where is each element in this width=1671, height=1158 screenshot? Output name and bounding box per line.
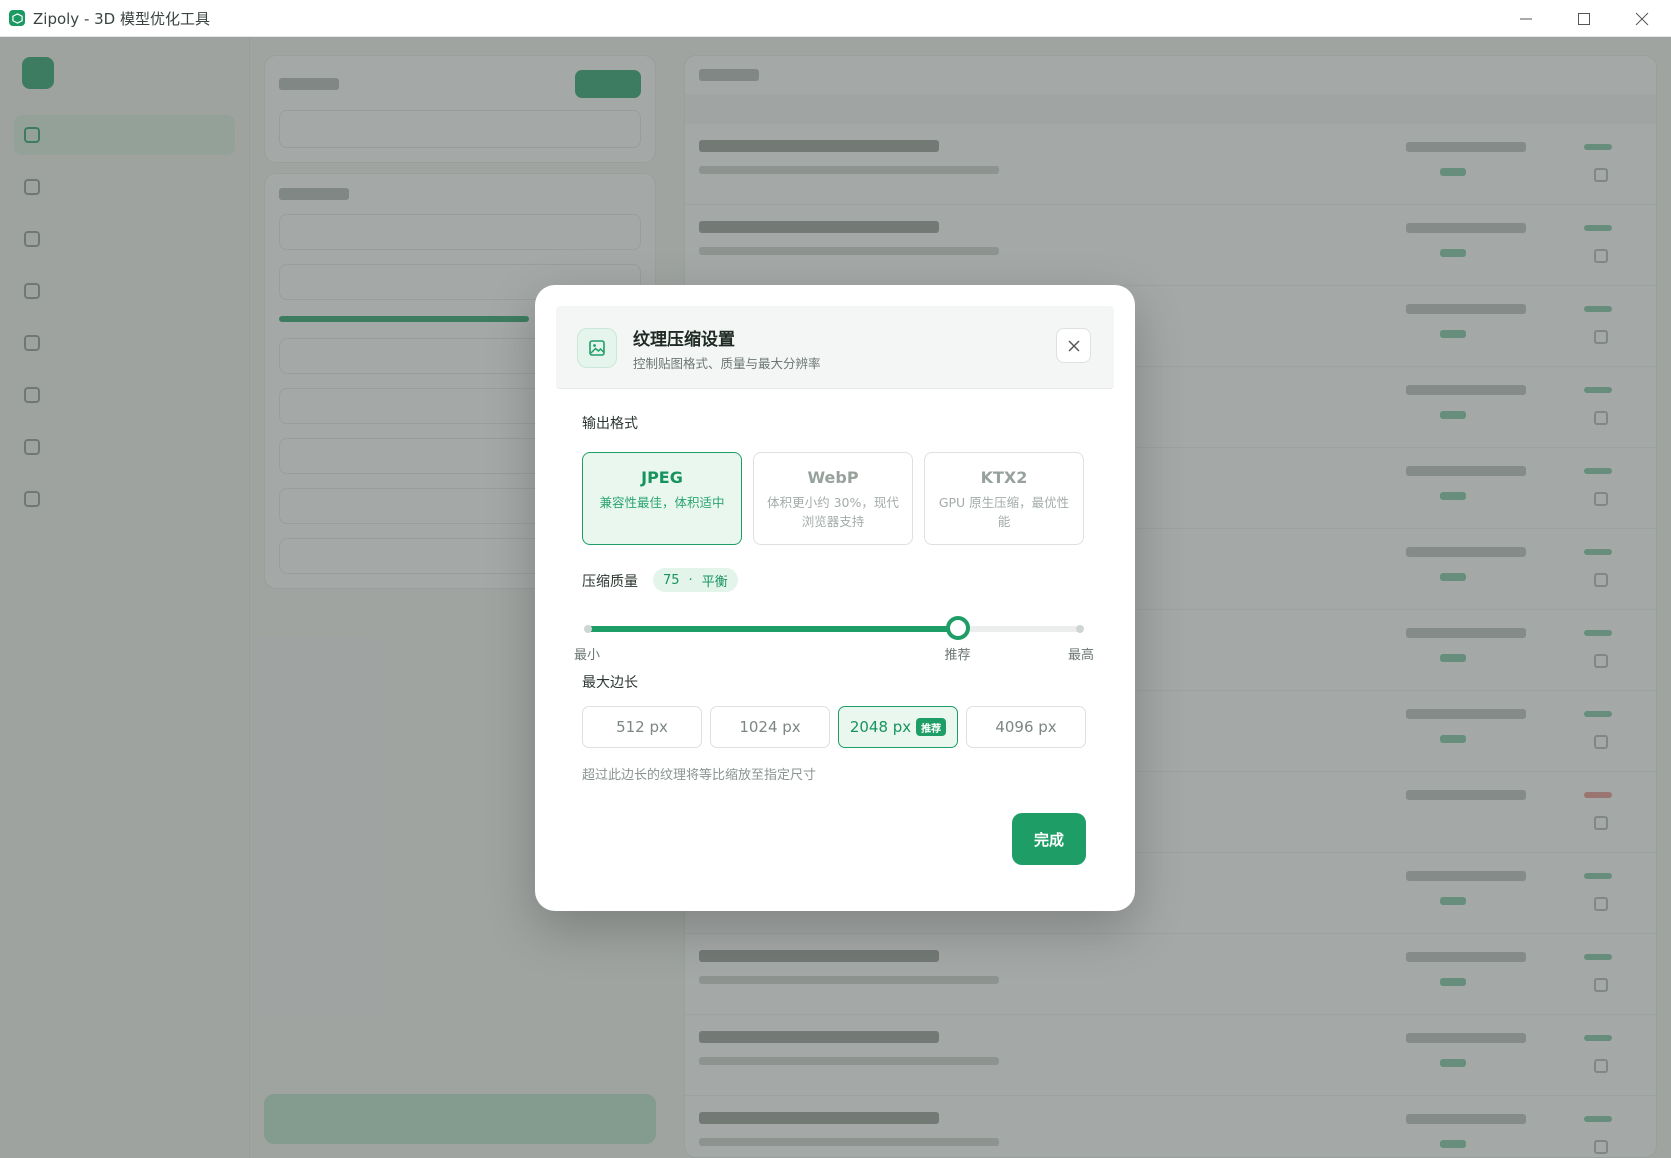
output-format-label: 输出格式: [582, 416, 638, 432]
format-desc: 兼容性最佳，体积适中: [599, 495, 725, 510]
slider-max-label: 最高: [1068, 648, 1095, 663]
format-option-webp[interactable]: WebP 体积更小约 30%，现代浏览器支持: [753, 452, 913, 545]
image-icon: [577, 328, 617, 368]
dialog-header: 纹理压缩设置 控制贴图格式、质量与最大分辨率: [556, 306, 1114, 389]
size-option-label: 512 px: [616, 718, 668, 736]
max-edge-options: 512 px 1024 px 2048 px 推荐 4096 px: [582, 706, 1086, 748]
slider-recommended-label: 推荐: [944, 648, 971, 663]
format-name: KTX2: [980, 468, 1028, 487]
slider-max-dot: [1076, 625, 1084, 633]
format-desc: 体积更小约 30%，现代浏览器支持: [767, 495, 899, 529]
app-logo-icon: [9, 10, 25, 26]
size-option-1024[interactable]: 1024 px: [710, 706, 830, 748]
slider-min-dot: [584, 625, 592, 633]
size-option-4096[interactable]: 4096 px: [966, 706, 1086, 748]
close-button[interactable]: [1056, 328, 1091, 363]
quality-label: 压缩质量: [582, 574, 638, 590]
close-icon[interactable]: [1613, 0, 1671, 37]
quality-slider[interactable]: [584, 616, 1084, 640]
format-name: WebP: [807, 468, 859, 487]
quality-separator: ·: [688, 572, 693, 588]
dialog-subtitle: 控制贴图格式、质量与最大分辨率: [633, 356, 821, 371]
format-desc: GPU 原生压缩，最优性能: [938, 495, 1070, 529]
format-option-jpeg[interactable]: JPEG 兼容性最佳，体积适中: [582, 452, 742, 545]
title-bar: Zipoly - 3D 模型优化工具: [0, 0, 1671, 37]
close-icon: [1068, 340, 1079, 351]
slider-fill: [587, 626, 958, 632]
dialog-title: 纹理压缩设置: [633, 330, 735, 350]
quality-value: 75: [663, 572, 680, 588]
quality-value-badge: 75 · 平衡: [653, 568, 738, 592]
format-name: JPEG: [641, 468, 683, 487]
max-edge-label: 最大边长: [582, 675, 638, 691]
maximize-icon[interactable]: [1555, 0, 1613, 37]
recommended-badge: 推荐: [916, 718, 947, 736]
size-option-label: 4096 px: [995, 718, 1057, 736]
max-edge-hint: 超过此边长的纹理将等比缩放至指定尺寸: [582, 768, 817, 783]
size-option-label: 2048 px: [849, 718, 912, 736]
texture-compression-dialog: 纹理压缩设置 控制贴图格式、质量与最大分辨率 输出格式 JPEG 兼容性最佳，体…: [535, 285, 1135, 911]
size-option-2048[interactable]: 2048 px 推荐: [838, 706, 958, 748]
format-option-ktx2[interactable]: KTX2 GPU 原生压缩，最优性能: [924, 452, 1084, 545]
slider-min-label: 最小: [574, 648, 601, 663]
size-option-512[interactable]: 512 px: [582, 706, 702, 748]
format-options: JPEG 兼容性最佳，体积适中 WebP 体积更小约 30%，现代浏览器支持 K…: [582, 452, 1084, 545]
window-title: Zipoly - 3D 模型优化工具: [33, 9, 210, 28]
slider-thumb[interactable]: [945, 616, 970, 640]
done-button[interactable]: 完成: [1012, 813, 1086, 865]
minimize-icon[interactable]: [1497, 0, 1555, 37]
quality-level: 平衡: [701, 574, 728, 590]
size-option-label: 1024 px: [739, 718, 801, 736]
